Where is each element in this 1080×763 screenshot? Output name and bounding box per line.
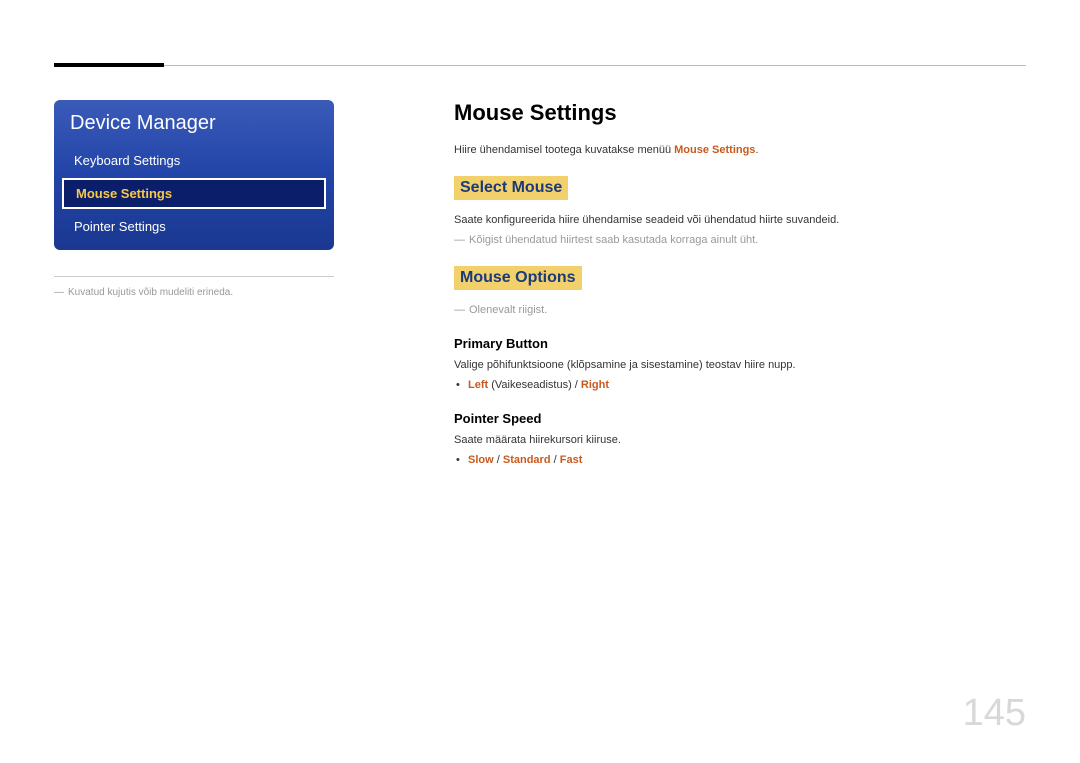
- option-slow: Slow: [468, 454, 494, 466]
- intro-suffix: .: [755, 144, 758, 156]
- primary-button-heading: Primary Button: [454, 336, 1026, 351]
- sidebar-box: Device Manager Keyboard Settings Mouse S…: [54, 100, 334, 250]
- section-title-mouse-options: Mouse Options: [454, 266, 582, 290]
- section-title-select-mouse: Select Mouse: [454, 176, 568, 200]
- select-mouse-text: Saate konfigureerida hiire ühendamise se…: [454, 214, 1026, 226]
- option-left-default: (Vaikeseadistus): [491, 379, 572, 391]
- pointer-speed-heading: Pointer Speed: [454, 411, 1026, 426]
- subsection-primary-button: Primary Button Valige põhifunktsioone (k…: [454, 336, 1026, 391]
- sidebar-item-pointer-settings[interactable]: Pointer Settings: [54, 211, 334, 250]
- sidebar-title: Device Manager: [54, 100, 334, 145]
- page-number: 145: [963, 692, 1026, 735]
- option-fast: Fast: [560, 454, 583, 466]
- pointer-speed-text: Saate määrata hiirekursori kiiruse.: [454, 434, 1026, 446]
- intro-text: Hiire ühendamisel tootega kuvatakse menü…: [454, 144, 1026, 156]
- sidebar-item-keyboard-settings[interactable]: Keyboard Settings: [54, 145, 334, 176]
- sidebar: Device Manager Keyboard Settings Mouse S…: [54, 100, 334, 298]
- primary-button-options: Left (Vaikeseadistus) / Right: [468, 379, 1026, 391]
- option-standard: Standard: [503, 454, 551, 466]
- sidebar-caption: Kuvatud kujutis võib mudeliti erineda.: [54, 287, 334, 298]
- section-mouse-options: Mouse Options Olenevalt riigist. Primary…: [454, 266, 1026, 466]
- section-select-mouse: Select Mouse Saate konfigureerida hiire …: [454, 176, 1026, 246]
- primary-button-text: Valige põhifunktsioone (klõpsamine ja si…: [454, 359, 1026, 371]
- top-divider: [54, 65, 1026, 66]
- main-content: Mouse Settings Hiire ühendamisel tootega…: [454, 100, 1026, 486]
- top-bar-accent: [54, 63, 164, 67]
- option-right: Right: [581, 379, 609, 391]
- intro-prefix: Hiire ühendamisel tootega kuvatakse menü…: [454, 144, 674, 156]
- option-left: Left: [468, 379, 488, 391]
- subsection-pointer-speed: Pointer Speed Saate määrata hiirekursori…: [454, 411, 1026, 466]
- sidebar-footer-line: [54, 276, 334, 277]
- sidebar-item-mouse-settings[interactable]: Mouse Settings: [62, 178, 326, 209]
- pointer-speed-options: Slow / Standard / Fast: [468, 454, 1026, 466]
- mouse-options-note: Olenevalt riigist.: [454, 304, 1026, 316]
- select-mouse-note: Kõigist ühendatud hiirtest saab kasutada…: [454, 234, 1026, 246]
- main-heading: Mouse Settings: [454, 100, 1026, 126]
- intro-term: Mouse Settings: [674, 144, 755, 156]
